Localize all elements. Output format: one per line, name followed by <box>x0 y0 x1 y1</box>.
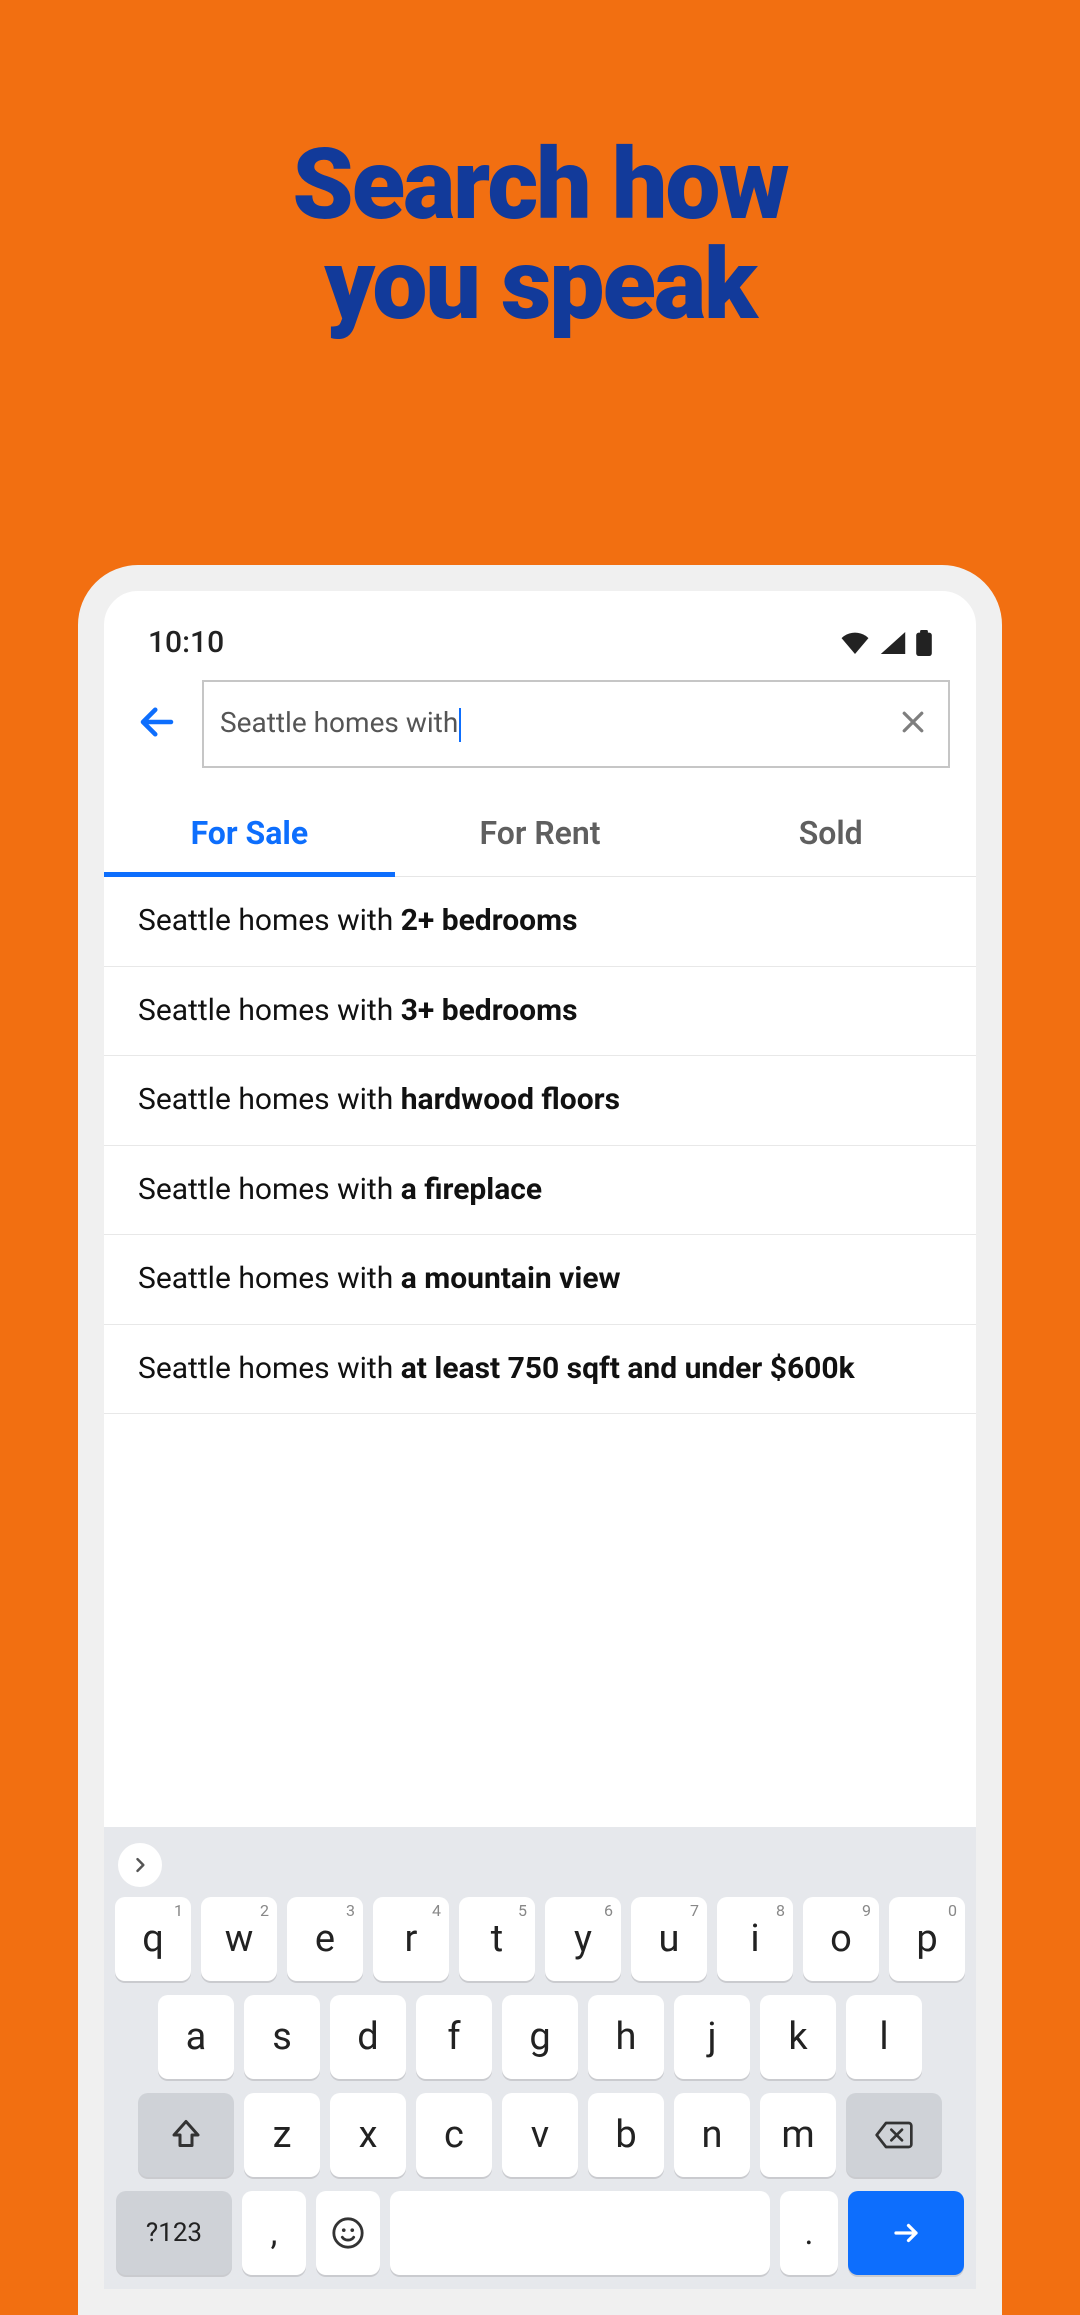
key-s[interactable]: s <box>244 1995 320 2079</box>
marketing-headline: Search how you speak <box>0 135 1080 335</box>
status-icons <box>840 630 932 656</box>
search-input-value: Seattle homes with <box>220 706 894 742</box>
arrow-right-icon <box>886 2218 926 2248</box>
search-suggestions: Seattle homes with 2+ bedrooms Seattle h… <box>104 877 976 1414</box>
key-e[interactable]: e3 <box>287 1897 363 1981</box>
backspace-icon <box>874 2119 914 2151</box>
phone-screen: 10:10 Seattle homes with For Sale For Re… <box>104 591 976 2289</box>
phone-frame: 10:10 Seattle homes with For Sale For Re… <box>78 565 1002 2315</box>
battery-icon <box>916 630 932 656</box>
suggestion-item[interactable]: Seattle homes with 2+ bedrooms <box>104 877 976 967</box>
key-m[interactable]: m <box>760 2093 836 2177</box>
headline-line-2: you speak <box>0 235 1080 335</box>
key-u[interactable]: u7 <box>631 1897 707 1981</box>
key-l[interactable]: l <box>846 1995 922 2079</box>
keyboard-row-1: q1 w2 e3 r4 t5 y6 u7 i8 o9 p0 <box>114 1897 966 1981</box>
key-f[interactable]: f <box>416 1995 492 2079</box>
status-time: 10:10 <box>148 625 224 660</box>
key-w[interactable]: w2 <box>201 1897 277 1981</box>
suggestion-item[interactable]: Seattle homes with a mountain view <box>104 1235 976 1325</box>
wifi-icon <box>840 632 870 654</box>
keyboard-row-2: a s d f g h j k l <box>114 1995 966 2079</box>
chevron-right-icon <box>130 1855 150 1875</box>
key-n[interactable]: n <box>674 2093 750 2177</box>
key-j[interactable]: j <box>674 1995 750 2079</box>
suggestion-item[interactable]: Seattle homes with a fireplace <box>104 1146 976 1236</box>
key-k[interactable]: k <box>760 1995 836 2079</box>
headline-line-1: Search how <box>0 135 1080 235</box>
suggestion-item[interactable]: Seattle homes with at least 750 sqft and… <box>104 1325 976 1415</box>
keyboard-row-3: z x c v b n m <box>114 2093 966 2177</box>
key-x[interactable]: x <box>330 2093 406 2177</box>
tab-for-rent[interactable]: For Rent <box>395 792 686 876</box>
signal-icon <box>880 632 906 654</box>
text-cursor <box>459 708 461 742</box>
close-icon <box>898 707 928 737</box>
key-i[interactable]: i8 <box>717 1897 793 1981</box>
key-comma[interactable]: , <box>242 2191 306 2275</box>
search-input[interactable]: Seattle homes with <box>202 680 950 768</box>
emoji-icon <box>331 2216 365 2250</box>
clear-search-button[interactable] <box>894 703 932 745</box>
keyboard-expand-button[interactable] <box>118 1843 162 1887</box>
key-g[interactable]: g <box>502 1995 578 2079</box>
key-d[interactable]: d <box>330 1995 406 2079</box>
key-enter[interactable] <box>848 2191 964 2275</box>
key-period[interactable]: . <box>780 2191 838 2275</box>
key-space[interactable] <box>390 2191 770 2275</box>
tab-sold[interactable]: Sold <box>685 792 976 876</box>
listing-type-tabs: For Sale For Rent Sold <box>104 792 976 877</box>
key-v[interactable]: v <box>502 2093 578 2177</box>
key-symbols[interactable]: ?123 <box>116 2191 232 2275</box>
key-backspace[interactable] <box>846 2093 942 2177</box>
key-y[interactable]: y6 <box>545 1897 621 1981</box>
key-q[interactable]: q1 <box>115 1897 191 1981</box>
key-emoji[interactable] <box>316 2191 380 2275</box>
shift-icon <box>168 2117 204 2153</box>
suggestion-item[interactable]: Seattle homes with hardwood floors <box>104 1056 976 1146</box>
key-b[interactable]: b <box>588 2093 664 2177</box>
key-p[interactable]: p0 <box>889 1897 965 1981</box>
key-c[interactable]: c <box>416 2093 492 2177</box>
key-t[interactable]: t5 <box>459 1897 535 1981</box>
tab-for-sale[interactable]: For Sale <box>104 792 395 876</box>
back-button[interactable] <box>130 695 184 753</box>
arrow-left-icon <box>136 701 178 743</box>
key-r[interactable]: r4 <box>373 1897 449 1981</box>
keyboard-toolbar <box>114 1837 966 1897</box>
key-o[interactable]: o9 <box>803 1897 879 1981</box>
suggestion-item[interactable]: Seattle homes with 3+ bedrooms <box>104 967 976 1057</box>
on-screen-keyboard: q1 w2 e3 r4 t5 y6 u7 i8 o9 p0 a s d f g … <box>104 1827 976 2289</box>
search-row: Seattle homes with <box>104 680 976 768</box>
keyboard-row-4: ?123 , . <box>114 2191 966 2275</box>
key-h[interactable]: h <box>588 1995 664 2079</box>
key-a[interactable]: a <box>158 1995 234 2079</box>
key-z[interactable]: z <box>244 2093 320 2177</box>
key-shift[interactable] <box>138 2093 234 2177</box>
status-bar: 10:10 <box>104 591 976 672</box>
